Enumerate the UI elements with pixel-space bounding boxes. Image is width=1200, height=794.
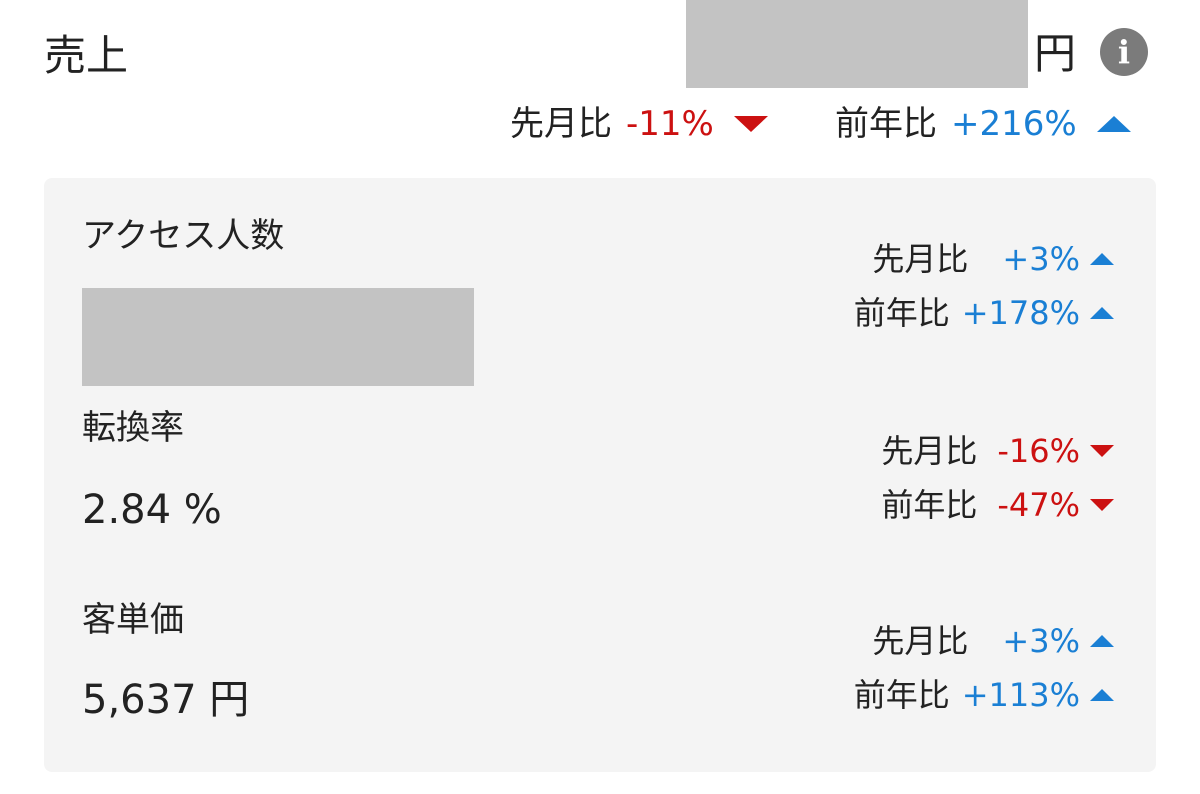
triangle-down-icon [1090, 445, 1114, 457]
average-order-month-comparison: 先月比 +3% [872, 620, 1114, 662]
sales-amount-redacted [686, 0, 1028, 88]
sales-month-value: -11% [626, 104, 714, 144]
metric-label-access: アクセス人数 [82, 216, 285, 256]
average-order-month-label: 先月比 [872, 622, 969, 660]
sales-year-value: +216% [951, 104, 1077, 144]
sales-year-label: 前年比 [835, 104, 937, 144]
conversion-year-label: 前年比 [881, 486, 978, 524]
metric-value-access-redacted [82, 288, 474, 386]
conversion-year-value: -47% [997, 486, 1080, 524]
metric-value-average-order: 5,637 円 [82, 677, 250, 723]
average-order-year-label: 前年比 [853, 676, 950, 714]
access-year-value: +178% [961, 294, 1080, 332]
conversion-month-value: -16% [997, 432, 1080, 470]
average-order-year-value: +113% [961, 676, 1080, 714]
triangle-down-icon [1090, 499, 1114, 511]
triangle-up-icon [1090, 307, 1114, 319]
access-year-label: 前年比 [853, 294, 950, 332]
sales-title: 売上 [44, 31, 129, 80]
metric-label-conversion: 転換率 [82, 408, 184, 448]
conversion-month-label: 先月比 [881, 432, 978, 470]
conversion-year-comparison: 前年比 -47% [881, 484, 1114, 526]
average-order-year-comparison: 前年比 +113% [854, 674, 1114, 716]
conversion-month-comparison: 先月比 -16% [881, 430, 1114, 472]
triangle-up-icon [1090, 689, 1114, 701]
metric-label-average-order: 客単価 [82, 600, 184, 640]
sales-unit: 円 [1034, 29, 1077, 78]
access-year-comparison: 前年比 +178% [854, 292, 1114, 334]
access-month-value: +3% [1002, 240, 1080, 278]
access-month-label: 先月比 [872, 240, 969, 278]
triangle-up-icon [1090, 253, 1114, 265]
access-month-comparison: 先月比 +3% [872, 238, 1114, 280]
sales-month-label: 先月比 [510, 104, 612, 144]
triangle-down-icon [733, 116, 768, 132]
sales-year-comparison: 前年比 +216% [835, 102, 1131, 146]
metric-value-conversion: 2.84 % [82, 487, 222, 533]
triangle-up-icon [1096, 116, 1131, 132]
sales-month-comparison: 先月比 -11% [510, 102, 768, 146]
info-icon[interactable]: i [1100, 28, 1148, 76]
triangle-up-icon [1090, 635, 1114, 647]
average-order-month-value: +3% [1002, 622, 1080, 660]
